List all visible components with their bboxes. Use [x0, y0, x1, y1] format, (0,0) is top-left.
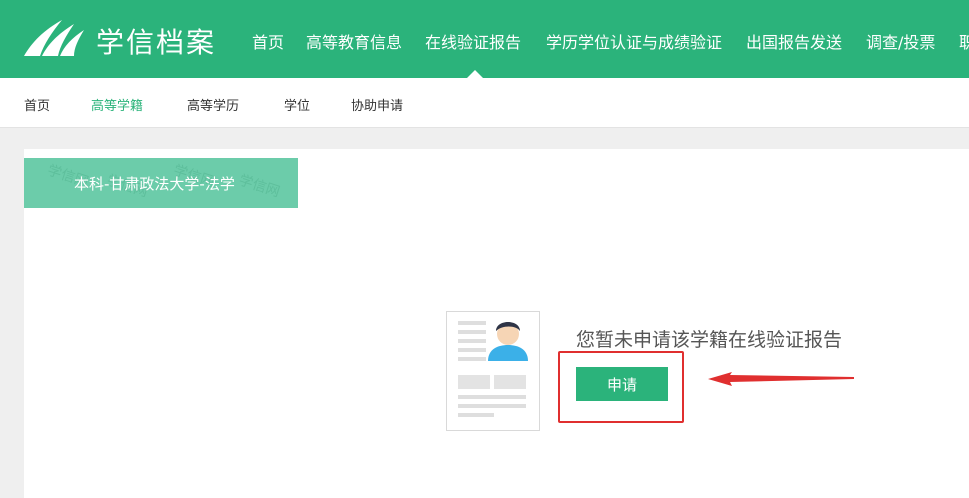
subnav-item-home[interactable]: 首页 — [24, 95, 50, 114]
nav-item-online-verification-report[interactable]: 在线验证报告 — [425, 29, 521, 53]
brand-name[interactable]: 学信档案 — [96, 21, 216, 61]
sub-nav: 首页 高等学籍 高等学历 学位 协助申请 — [0, 78, 969, 128]
xuexin-logo-icon[interactable] — [22, 16, 86, 60]
annotation-arrow-icon — [708, 372, 854, 386]
svg-text:学信网: 学信网 — [237, 172, 282, 200]
subnav-item-degree[interactable]: 学位 — [284, 95, 310, 114]
nav-item-truncated[interactable]: 职 — [959, 29, 969, 53]
active-nav-caret — [467, 70, 483, 78]
subnav-item-academic-record[interactable]: 高等学历 — [187, 95, 239, 114]
no-report-message: 您暂未申请该学籍在线验证报告 — [576, 329, 843, 351]
nav-item-overseas-report[interactable]: 出国报告发送 — [746, 29, 842, 53]
nav-item-home[interactable]: 首页 — [252, 29, 284, 53]
report-document-icon — [446, 311, 540, 431]
record-label: 本科-甘肃政法大学-法学 — [74, 175, 235, 193]
subnav-item-assist-apply[interactable]: 协助申请 — [351, 95, 403, 114]
nav-item-degree-certification[interactable]: 学历学位认证与成绩验证 — [546, 29, 722, 53]
apply-button[interactable]: 申请 — [576, 367, 668, 401]
nav-item-higher-education-info[interactable]: 高等教育信息 — [306, 29, 402, 53]
top-header: 学信档案 首页 高等教育信息 在线验证报告 学历学位认证与成绩验证 出国报告发送… — [0, 0, 969, 78]
subnav-item-student-status[interactable]: 高等学籍 — [91, 95, 143, 114]
record-tab[interactable]: 学信网 学信网 学信网 学信网 本科-甘肃政法大学-法学 — [24, 158, 298, 208]
nav-item-survey-vote[interactable]: 调查/投票 — [866, 29, 935, 53]
